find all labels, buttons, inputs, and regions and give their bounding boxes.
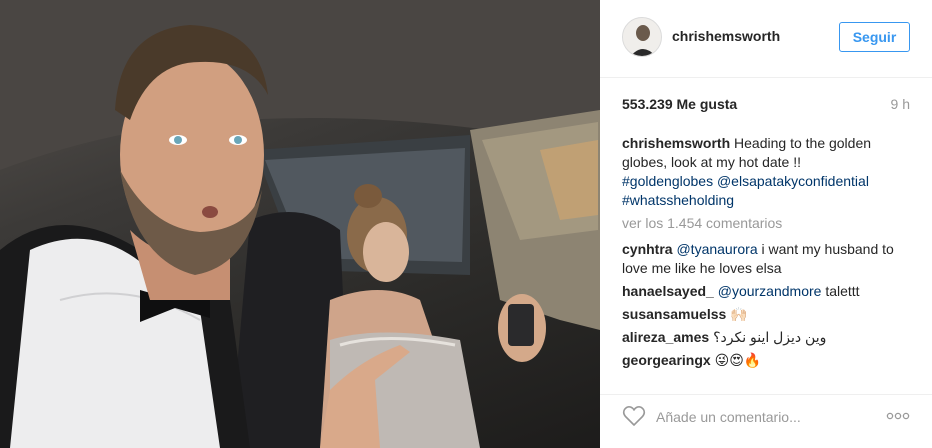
comment-footer	[600, 394, 932, 436]
add-comment-input[interactable]	[656, 407, 870, 427]
caption-username[interactable]: chrishemsworth	[622, 135, 730, 151]
selfie-car-image	[0, 0, 600, 448]
caption: chrishemsworth Heading to the golden glo…	[622, 134, 914, 210]
likes-row: 553.239 Me gusta 9 h	[622, 96, 910, 116]
post-header: chrishemsworth Seguir	[600, 0, 932, 78]
header-username[interactable]: chrishemsworth	[672, 28, 780, 44]
comment-item: hanaelsayed_ @yourzandmore talettt	[622, 282, 914, 301]
profile-picture-icon	[623, 18, 661, 56]
comment-username[interactable]: susansamuelss	[622, 306, 726, 322]
comment-text: 🙌🏻	[730, 306, 748, 322]
comment-mention[interactable]: @yourzandmore	[718, 283, 822, 299]
post-side-panel: chrishemsworth Seguir 553.239 Me gusta 9…	[600, 0, 932, 448]
comment-text: وین دیزل اینو نکرد؟	[713, 329, 827, 345]
heart-icon[interactable]	[622, 405, 646, 427]
comment-text: talettt	[825, 283, 860, 299]
post-time[interactable]: 9 h	[891, 96, 910, 112]
comment-mention[interactable]: @tyanaurora	[676, 241, 757, 257]
post-photo[interactable]	[0, 0, 600, 448]
comment-item: cynhtra @tyanaurora i want my husband to…	[622, 240, 914, 278]
comments-list: chrishemsworth Heading to the golden glo…	[622, 134, 914, 374]
follow-button[interactable]: Seguir	[839, 22, 910, 52]
comment-text: 😜😍🔥	[714, 352, 762, 368]
comment-username[interactable]: alireza_ames	[622, 329, 709, 345]
avatar[interactable]	[622, 17, 662, 57]
likes-count[interactable]: 553.239 Me gusta	[622, 96, 737, 112]
comment-username[interactable]: georgearingx	[622, 352, 711, 368]
more-options-icon[interactable]	[886, 409, 910, 423]
comment-item: georgearingx 😜😍🔥	[622, 351, 914, 370]
comment-username[interactable]: cynhtra	[622, 241, 673, 257]
comment-item: alireza_ames وین دیزل اینو نکرد؟	[622, 328, 914, 347]
caption-tags[interactable]: #goldenglobes @elsapatakyconfidential	[622, 172, 914, 191]
comment-item: susansamuelss 🙌🏻	[622, 305, 914, 324]
caption-hashtag[interactable]: #whatssheholding	[622, 191, 914, 210]
comment-username[interactable]: hanaelsayed_	[622, 283, 714, 299]
view-all-comments-link[interactable]: ver los 1.454 comentarios	[622, 214, 914, 233]
